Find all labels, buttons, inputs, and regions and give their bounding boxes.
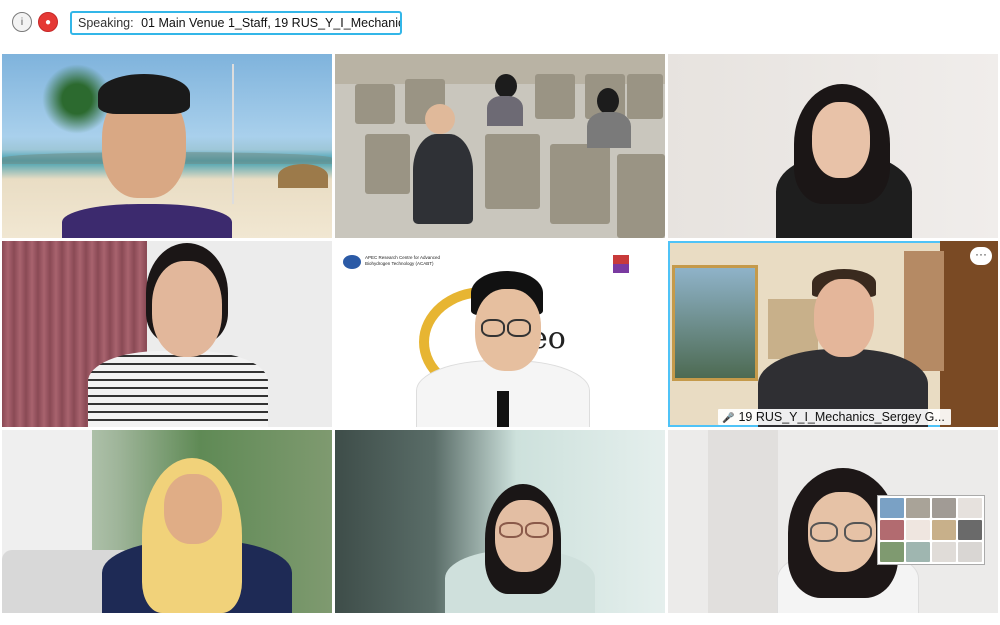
university-seal-icon [613, 255, 629, 273]
video-tile-2[interactable] [335, 54, 665, 238]
person-face [814, 279, 874, 357]
person-body [88, 351, 268, 427]
person-hair [597, 88, 619, 114]
top-toolbar: i ● Speaking: 01 Main Venue 1_Staff, 19 … [0, 0, 1000, 50]
person-face [152, 261, 222, 357]
record-stop-icon[interactable]: ● [38, 12, 58, 32]
door [708, 430, 778, 613]
video-tile-8[interactable] [335, 430, 665, 613]
tie [497, 391, 509, 427]
participant-name-tag: 🎤 19 RUS_Y_I_Mechanics_Sergey G... [718, 409, 951, 425]
person-face [164, 474, 222, 544]
cabinet [904, 251, 944, 371]
microphone-icon: 🎤 [722, 413, 735, 424]
person-body [487, 96, 523, 126]
apec-logo-icon [343, 255, 361, 269]
speaking-label: Speaking: [78, 16, 134, 30]
bookcase [940, 241, 998, 427]
video-tile-9[interactable] [668, 430, 998, 613]
person-face [812, 102, 870, 178]
video-tile-6-active[interactable]: ··· 🎤 19 RUS_Y_I_Mechanics_Sergey G... [668, 241, 998, 427]
person-body [413, 134, 473, 224]
video-tile-7[interactable] [2, 430, 332, 613]
person-hair [98, 74, 190, 114]
person-body [62, 204, 232, 238]
more-options-button[interactable]: ··· [970, 247, 992, 265]
participant-name: 19 RUS_Y_I_Mechanics_Sergey G... [738, 410, 945, 424]
person-body [587, 112, 631, 148]
video-tile-1[interactable] [2, 54, 332, 238]
apec-logo-text: APEC Research Centre for Advanced Biohydr… [365, 255, 441, 266]
person-hair [495, 74, 517, 98]
boat-mast [232, 64, 234, 204]
video-tile-5[interactable]: APEC Research Centre for Advanced Biohydr… [335, 241, 665, 427]
person-face [425, 104, 455, 134]
wall-painting [672, 265, 758, 381]
video-tile-3[interactable] [668, 54, 998, 238]
speaking-names: 01 Main Venue 1_Staff, 19 RUS_Y_I_Mechan… [141, 16, 402, 30]
speaking-indicator: Speaking: 01 Main Venue 1_Staff, 19 RUS_… [70, 11, 402, 35]
beach-umbrella [278, 164, 328, 188]
gallery-thumbnail[interactable] [877, 495, 985, 565]
info-icon[interactable]: i [12, 12, 32, 32]
video-tile-4[interactable] [2, 241, 332, 427]
